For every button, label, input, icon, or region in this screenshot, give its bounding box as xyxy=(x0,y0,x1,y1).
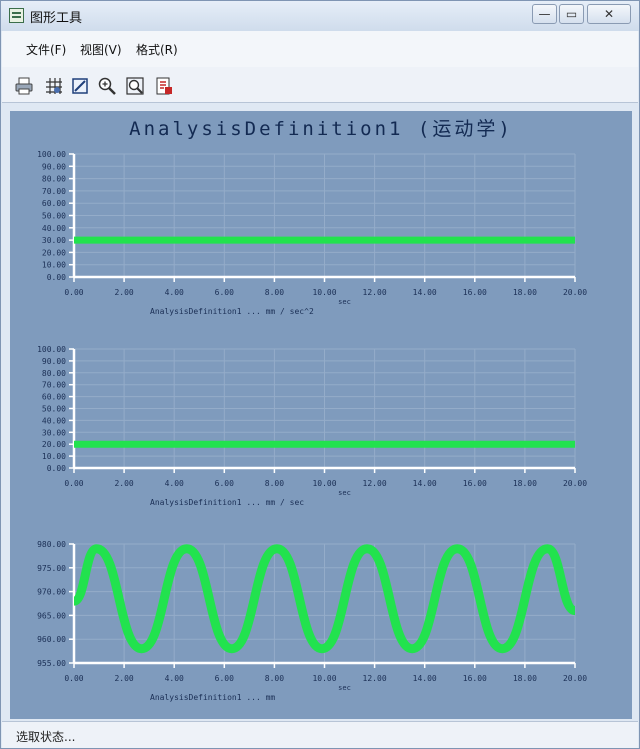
y-tick-label: 10.00 xyxy=(42,452,66,461)
x-tick-label: 4.00 xyxy=(165,674,184,683)
x-tick-label: 2.00 xyxy=(114,288,133,297)
y-tick-label: 40.00 xyxy=(42,416,66,425)
y-tick-label: 70.00 xyxy=(42,381,66,390)
x-tick-label: 0.00 xyxy=(64,288,83,297)
y-tick-label: 30.00 xyxy=(42,236,66,245)
x-tick-label: 12.00 xyxy=(363,674,387,683)
x-tick-label: 10.00 xyxy=(312,479,336,488)
x-axis-unit: sec xyxy=(338,684,351,692)
export-icon[interactable] xyxy=(154,76,174,96)
y-tick-label: 30.00 xyxy=(42,428,66,437)
y-tick-label: 0.00 xyxy=(47,273,66,282)
y-tick-label: 50.00 xyxy=(42,405,66,414)
x-tick-label: 10.00 xyxy=(312,674,336,683)
status-text: 选取状态... xyxy=(16,730,76,744)
x-tick-label: 14.00 xyxy=(413,674,437,683)
x-tick-label: 18.00 xyxy=(513,479,537,488)
y-tick-label: 80.00 xyxy=(42,369,66,378)
x-axis-label: AnalysisDefinition1 ... mm / sec xyxy=(150,498,304,507)
subplot-1: 0.00 2.00 4.00 6.00 8.00 10.00 12.00 14.00 16.00… xyxy=(37,150,587,316)
app-icon xyxy=(9,8,24,23)
minimize-button[interactable]: — xyxy=(532,4,557,24)
x-tick-label: 20.00 xyxy=(563,288,587,297)
x-tick-label: 14.00 xyxy=(413,288,437,297)
x-tick-label: 20.00 xyxy=(563,674,587,683)
x-tick-label: 0.00 xyxy=(64,674,83,683)
x-tick-label: 20.00 xyxy=(563,479,587,488)
subplot-3: 0.00 2.00 4.00 6.00 8.00 10.00 12.00 14.00 16.00… xyxy=(37,540,587,702)
title-bar[interactable]: 图形工具 — ▭ ✕ xyxy=(1,1,639,31)
plot-area[interactable]: AnalysisDefinition1 (运动学) 0.00 2.00 4.00 6.… xyxy=(10,111,632,719)
y-tick-label: 10.00 xyxy=(42,261,66,270)
x-tick-label: 14.00 xyxy=(413,479,437,488)
x-tick-label: 18.00 xyxy=(513,288,537,297)
x-tick-label: 4.00 xyxy=(165,288,184,297)
x-tick-label: 8.00 xyxy=(265,674,284,683)
y-tick-label: 965.00 xyxy=(37,611,66,620)
x-tick-label: 16.00 xyxy=(463,674,487,683)
x-tick-label: 10.00 xyxy=(312,288,336,297)
y-tick-label: 960.00 xyxy=(37,635,66,644)
x-tick-label: 8.00 xyxy=(265,288,284,297)
x-tick-label: 12.00 xyxy=(363,479,387,488)
zoom-in-icon[interactable] xyxy=(97,76,117,96)
menu-view[interactable]: 视图(V) xyxy=(80,41,122,58)
menu-format[interactable]: 格式(R) xyxy=(136,41,178,58)
toolbar xyxy=(2,67,638,103)
zoom-fit-icon[interactable] xyxy=(125,76,145,96)
plot-title: AnalysisDefinition1 (运动学) xyxy=(129,118,513,140)
close-button[interactable]: ✕ xyxy=(587,4,631,24)
x-tick-label: 18.00 xyxy=(513,674,537,683)
y-tick-label: 0.00 xyxy=(47,464,66,473)
y-tick-label: 50.00 xyxy=(42,212,66,221)
y-tick-label: 20.00 xyxy=(42,248,66,257)
x-axis-label: AnalysisDefinition1 ... mm xyxy=(150,693,275,702)
y-tick-label: 980.00 xyxy=(37,540,66,549)
status-bar: 选取状态... xyxy=(2,721,638,748)
y-tick-label: 70.00 xyxy=(42,187,66,196)
y-tick-label: 60.00 xyxy=(42,393,66,402)
subplot-2: 0.00 2.00 4.00 6.00 8.00 10.00 12.00 14.00 16.00… xyxy=(37,345,587,507)
window-title: 图形工具 xyxy=(30,11,83,26)
y-tick-label: 60.00 xyxy=(42,199,66,208)
grid-icon[interactable] xyxy=(44,76,64,96)
x-tick-label: 12.00 xyxy=(363,288,387,297)
x-tick-label: 16.00 xyxy=(463,479,487,488)
format-icon[interactable] xyxy=(70,76,90,96)
x-tick-label: 0.00 xyxy=(64,479,83,488)
x-axis-label: AnalysisDefinition1 ... mm / sec^2 xyxy=(150,307,314,316)
y-tick-label: 80.00 xyxy=(42,175,66,184)
menu-bar: 文件(F) 视图(V) 格式(R) xyxy=(2,31,638,67)
x-tick-label: 6.00 xyxy=(215,479,234,488)
y-tick-label: 100.00 xyxy=(37,345,66,354)
maximize-button[interactable]: ▭ xyxy=(559,4,584,24)
x-tick-label: 4.00 xyxy=(165,479,184,488)
menu-file[interactable]: 文件(F) xyxy=(26,41,66,58)
x-tick-label: 6.00 xyxy=(215,674,234,683)
x-tick-label: 6.00 xyxy=(215,288,234,297)
x-tick-label: 8.00 xyxy=(265,479,284,488)
y-tick-label: 20.00 xyxy=(42,440,66,449)
y-tick-label: 90.00 xyxy=(42,357,66,366)
x-axis-unit: sec xyxy=(338,489,351,497)
print-icon[interactable] xyxy=(14,76,34,96)
y-tick-label: 90.00 xyxy=(42,162,66,171)
x-tick-label: 2.00 xyxy=(114,479,133,488)
y-tick-label: 40.00 xyxy=(42,224,66,233)
x-tick-label: 2.00 xyxy=(114,674,133,683)
plot-canvas[interactable]: AnalysisDefinition1 (运动学) 0.00 2.00 4.00 6.… xyxy=(10,111,632,719)
y-tick-label: 975.00 xyxy=(37,564,66,573)
graph-tool-window: 图形工具 — ▭ ✕ 文件(F) 视图(V) 格式(R) AnalysisDef… xyxy=(0,0,640,749)
y-tick-label: 970.00 xyxy=(37,588,66,597)
x-axis-unit: sec xyxy=(338,298,351,306)
x-tick-label: 16.00 xyxy=(463,288,487,297)
y-tick-label: 955.00 xyxy=(37,659,66,668)
y-tick-label: 100.00 xyxy=(37,150,66,159)
